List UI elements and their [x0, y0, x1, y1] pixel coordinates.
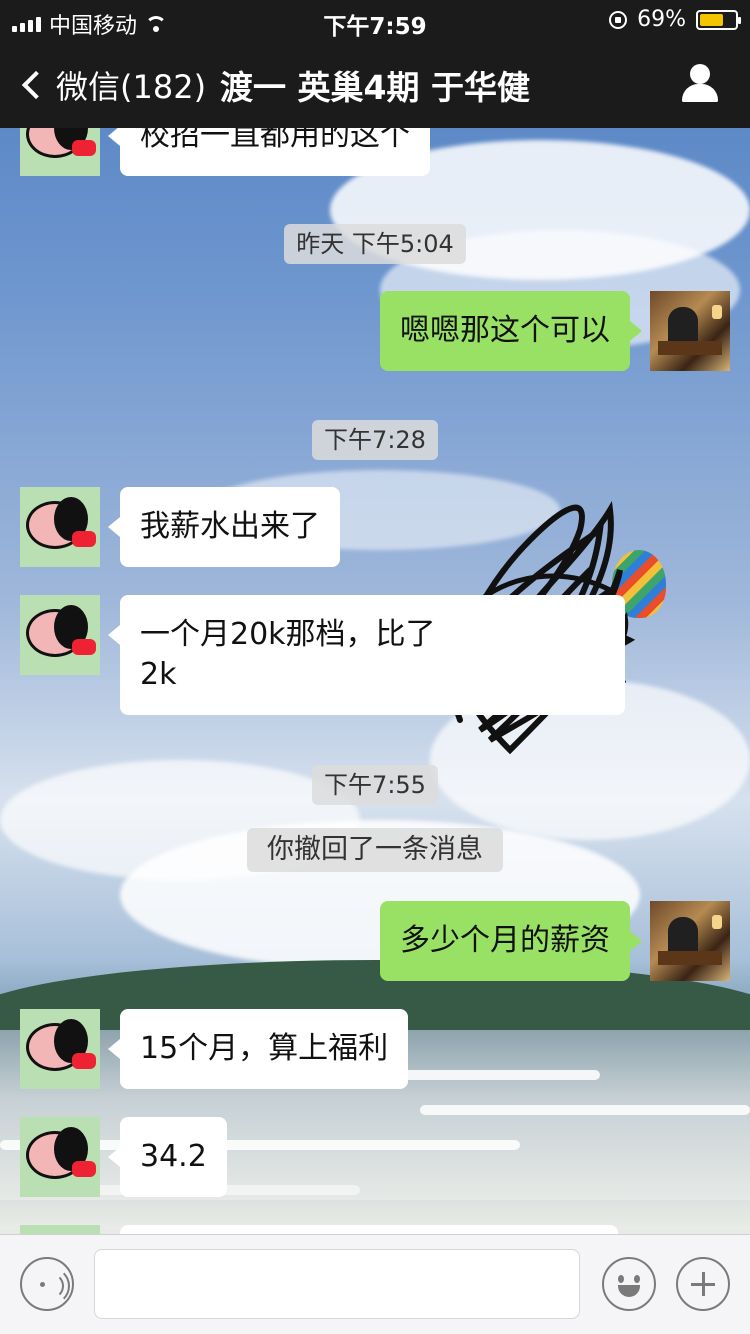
- message-list[interactable]: 校招一直都用的这个 昨天 下午5:04 嗯嗯那这个可以 下午7:28 我薪水出来…: [0, 128, 750, 1234]
- message-bubble-incoming[interactable]: 15个月，算上福利: [107, 1009, 409, 1089]
- contact-avatar[interactable]: [20, 1225, 100, 1234]
- system-notice: 你撤回了一条消息: [0, 828, 750, 872]
- contact-avatar[interactable]: [20, 128, 100, 176]
- contact-avatar[interactable]: [20, 1117, 100, 1197]
- message-bubble-incoming[interactable]: 我薪水出来了: [108, 487, 340, 567]
- message-bubble-outgoing[interactable]: 嗯嗯那这个可以: [380, 291, 642, 371]
- battery-percent: 69%: [637, 7, 686, 32]
- timestamp: 下午7:55: [0, 765, 750, 805]
- message-row: 一个月20k那档，比了 2k: [20, 595, 625, 715]
- my-avatar[interactable]: [650, 901, 730, 981]
- timestamp-label: 下午7:28: [312, 420, 438, 460]
- message-bubble-incoming[interactable]: 校招一直都用的这个: [108, 128, 430, 176]
- voice-icon-dot: [40, 1282, 45, 1287]
- person-icon-body: [682, 84, 718, 102]
- contact-avatar[interactable]: [20, 1009, 100, 1089]
- more-button[interactable]: [676, 1257, 730, 1311]
- plus-icon-v: [702, 1272, 705, 1296]
- message-row: 34.2: [20, 1117, 227, 1197]
- battery-icon: [696, 9, 741, 30]
- message-row: [20, 1225, 618, 1234]
- input-toolbar: [0, 1234, 750, 1334]
- emoji-icon-mouth: [618, 1285, 640, 1297]
- message-bubble-incoming[interactable]: 34.2: [108, 1117, 227, 1197]
- message-bubble-outgoing[interactable]: 多少个月的薪资: [380, 901, 642, 981]
- emoji-icon: [618, 1275, 624, 1283]
- voice-icon-arc: [32, 1267, 70, 1305]
- person-icon: [690, 64, 710, 84]
- message-bubble-incoming[interactable]: 一个月20k那档，比了 2k: [108, 595, 625, 715]
- timestamp-label: 昨天 下午5:04: [284, 224, 466, 264]
- message-input[interactable]: [94, 1249, 580, 1319]
- navigation-bar: 微信(182) 渡一 英巢4期 于华健: [0, 40, 750, 128]
- message-row: 我薪水出来了: [20, 487, 340, 567]
- timestamp-label: 下午7:55: [312, 765, 438, 805]
- chat-title: 渡一 英巢4期 于华健: [220, 68, 530, 107]
- status-bar: 中国移动 下午7:59 69%: [0, 0, 750, 40]
- message-row: 校招一直都用的这个: [20, 128, 430, 176]
- emoji-icon-eye: [634, 1275, 640, 1283]
- voice-button[interactable]: [20, 1257, 74, 1311]
- battery-fill: [700, 13, 723, 26]
- timestamp: 下午7:28: [0, 420, 750, 460]
- contact-avatar[interactable]: [20, 595, 100, 675]
- message-row: 多少个月的薪资: [380, 901, 730, 981]
- my-avatar[interactable]: [650, 291, 730, 371]
- wechat-chat-screen: 中国移动 下午7:59 69% 微信(182) 渡一 英巢4期 于华健 校招一直…: [0, 0, 750, 1334]
- message-bubble-incoming-cut[interactable]: [120, 1225, 618, 1234]
- timestamp: 昨天 下午5:04: [0, 224, 750, 264]
- recalled-message-notice: 你撤回了一条消息: [247, 828, 503, 872]
- message-row: 15个月，算上福利: [20, 1009, 409, 1089]
- rotation-lock-icon: [609, 10, 628, 29]
- chat-info-button[interactable]: [680, 64, 720, 104]
- message-row: 嗯嗯那这个可以: [380, 291, 730, 371]
- contact-avatar[interactable]: [20, 487, 100, 567]
- emoji-button[interactable]: [602, 1257, 656, 1311]
